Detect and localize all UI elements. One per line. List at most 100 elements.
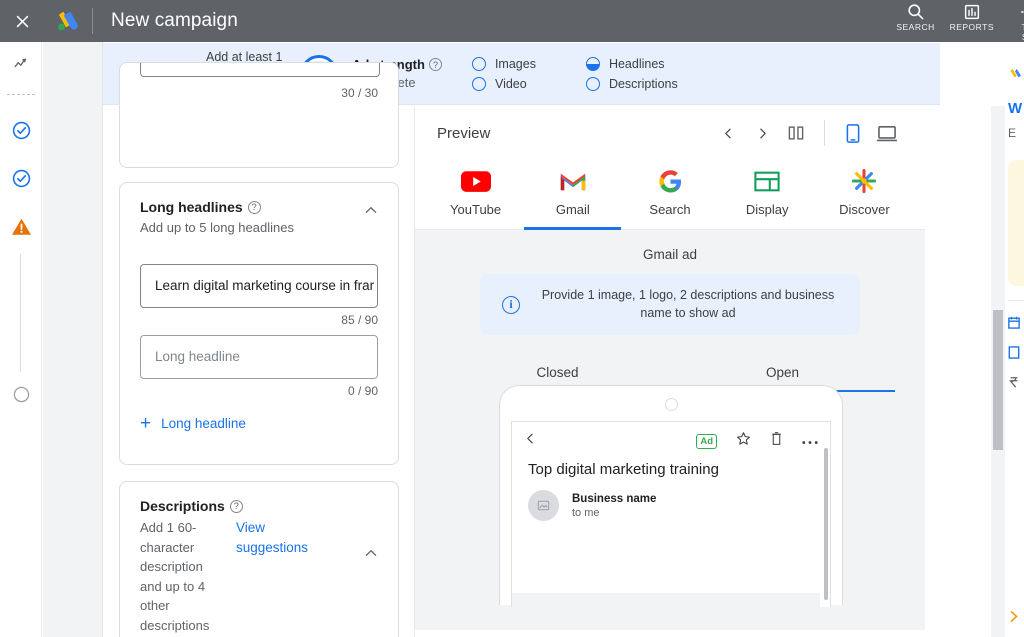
tools-action[interactable]: TO SE	[1000, 2, 1024, 43]
preview-control-divider	[824, 120, 825, 146]
close-icon[interactable]	[0, 0, 44, 42]
preview-header: Preview	[415, 106, 925, 160]
chevron-up-icon	[365, 550, 377, 556]
status-bubble-empty-icon	[585, 76, 600, 91]
checklist-item-video: Video	[471, 76, 536, 91]
right-panel-currency-icon[interactable]	[1008, 376, 1020, 392]
check-circle-icon	[12, 169, 30, 187]
help-icon[interactable]: ?	[229, 499, 243, 513]
tab-label: YouTube	[450, 202, 502, 217]
reports-action[interactable]: REPORTS	[944, 2, 1000, 33]
collapse-long-headlines-button[interactable]	[360, 199, 382, 221]
preview-ad-type: Gmail ad	[642, 247, 698, 262]
tab-label: Search	[649, 202, 691, 217]
mail-scrollbar[interactable]	[824, 448, 828, 600]
tab-label: Discover	[839, 202, 890, 217]
status-bubble-empty-icon	[471, 56, 486, 71]
reports-icon	[963, 2, 981, 21]
reports-label: REPORTS	[949, 22, 994, 32]
descriptions-title: Descriptions ?	[140, 498, 378, 514]
headline-counter: 30 / 30	[341, 86, 378, 100]
more-horizontal-icon[interactable]	[802, 432, 818, 450]
preview-controls	[712, 117, 903, 149]
page-title: New campaign	[111, 10, 238, 31]
long-headline-value-1: Learn digital marketing course in frar	[155, 278, 375, 294]
tab-gmail[interactable]: Gmail	[524, 160, 622, 230]
tab-label: Gmail	[555, 202, 590, 217]
descriptions-subtitle: Add 1 60-character description and up to…	[140, 520, 210, 633]
long-headline-placeholder-2: Long headline	[155, 349, 240, 365]
tab-label: Display	[745, 202, 789, 217]
rail-connector-line	[20, 254, 21, 372]
headline-field-partial[interactable]	[140, 63, 380, 77]
circle-outline-icon	[13, 386, 29, 402]
star-icon[interactable]	[736, 431, 751, 451]
mail-sender-row: Business name to me	[512, 478, 830, 521]
long-headline-input-1[interactable]: Learn digital marketing course in frar	[140, 263, 378, 308]
preview-title: Preview	[437, 124, 491, 142]
long-headlines-body: Long headlines ? Add up to 5 long headli…	[120, 183, 398, 449]
mail-recipient: to me	[572, 506, 600, 519]
preview-body: Gmail ad i Provide 1 image, 1 logo, 2 de…	[415, 230, 925, 630]
right-panel-divider	[1008, 300, 1024, 301]
mail-subject: Top digital marketing training	[528, 461, 719, 478]
ad-strength-checklist: Images Video Headlines Descriptions	[471, 56, 678, 91]
main-scrollbar-thumb[interactable]	[993, 310, 1003, 450]
mail-sender-name: Business name	[572, 492, 657, 505]
main-scrollbar-track[interactable]	[991, 106, 1005, 637]
add-long-headline-label: Long headline	[161, 415, 246, 431]
tab-discover[interactable]: Discover	[816, 160, 913, 230]
view-suggestions-link[interactable]: View suggestions	[236, 518, 324, 557]
preview-compare-button[interactable]	[780, 117, 812, 149]
chevron-right-icon	[759, 128, 766, 138]
trash-icon[interactable]	[770, 431, 783, 451]
sidebar-item-campaign-goal[interactable]	[0, 50, 42, 78]
checklist-label: Images	[494, 56, 536, 71]
tab-display[interactable]: Display	[719, 160, 816, 230]
preview-channel-tabs: YouTube Gmail Search Display Discover	[415, 160, 925, 230]
plus-icon: +	[140, 412, 152, 434]
chevron-left-icon[interactable]	[524, 431, 537, 451]
chevron-up-icon	[365, 207, 377, 213]
google-ads-campaign-editor: New campaign SEARCH REPORTS TO	[0, 0, 1024, 637]
display-icon	[754, 166, 780, 196]
checklist-label: Headlines	[608, 56, 665, 71]
right-panel-calendar-icon[interactable]	[1008, 316, 1020, 332]
sidebar-item-completed-1[interactable]	[0, 116, 42, 144]
add-long-headline-button[interactable]: + Long headline	[140, 414, 378, 433]
sidebar-item-completed-2[interactable]	[0, 164, 42, 192]
mail-actions: Ad	[696, 431, 818, 451]
preview-prev-button[interactable]	[712, 117, 744, 149]
rail-dashed-divider	[7, 94, 35, 95]
sidebar-item-pending[interactable]	[0, 380, 42, 408]
right-panel-doc-icon[interactable]	[1008, 346, 1020, 362]
help-icon[interactable]: ?	[247, 200, 261, 214]
headlines-card-partial: 30 / 30	[119, 62, 399, 168]
status-bubble-half-icon	[585, 56, 600, 71]
preview-note-text: Provide 1 image, 1 logo, 2 descriptions …	[541, 288, 835, 320]
descriptions-card: Descriptions ? Add 1 60-character descri…	[119, 481, 399, 637]
help-icon[interactable]: ?	[428, 58, 442, 71]
tools-icon	[1019, 2, 1024, 21]
check-circle-icon	[12, 121, 30, 139]
long-headlines-title: Long headlines ?	[140, 199, 378, 215]
rail-gutter	[43, 42, 103, 637]
preview-next-button[interactable]	[746, 117, 778, 149]
search-icon	[906, 2, 925, 21]
google-ads-logo[interactable]	[44, 0, 90, 42]
sidebar-item-warning[interactable]	[0, 212, 42, 240]
collapse-descriptions-button[interactable]	[360, 542, 382, 564]
search-action[interactable]: SEARCH	[888, 2, 944, 33]
long-headline-input-2[interactable]: Long headline	[140, 334, 378, 379]
tools-action-clipped: TO SE	[1000, 2, 1024, 43]
tab-search[interactable]: Search	[621, 160, 718, 230]
tab-youtube[interactable]: YouTube	[427, 160, 524, 230]
right-panel-expand-icon[interactable]	[1008, 610, 1020, 626]
info-icon: i	[502, 295, 520, 314]
mail-toolbar: Ad	[512, 422, 830, 455]
long-headlines-subtitle: Add up to 5 long headlines	[140, 220, 294, 235]
ad-badge: Ad	[696, 433, 717, 449]
preview-mobile-button[interactable]	[837, 117, 869, 149]
preview-desktop-button[interactable]	[871, 117, 903, 149]
checklist-item-images: Images	[471, 56, 536, 71]
